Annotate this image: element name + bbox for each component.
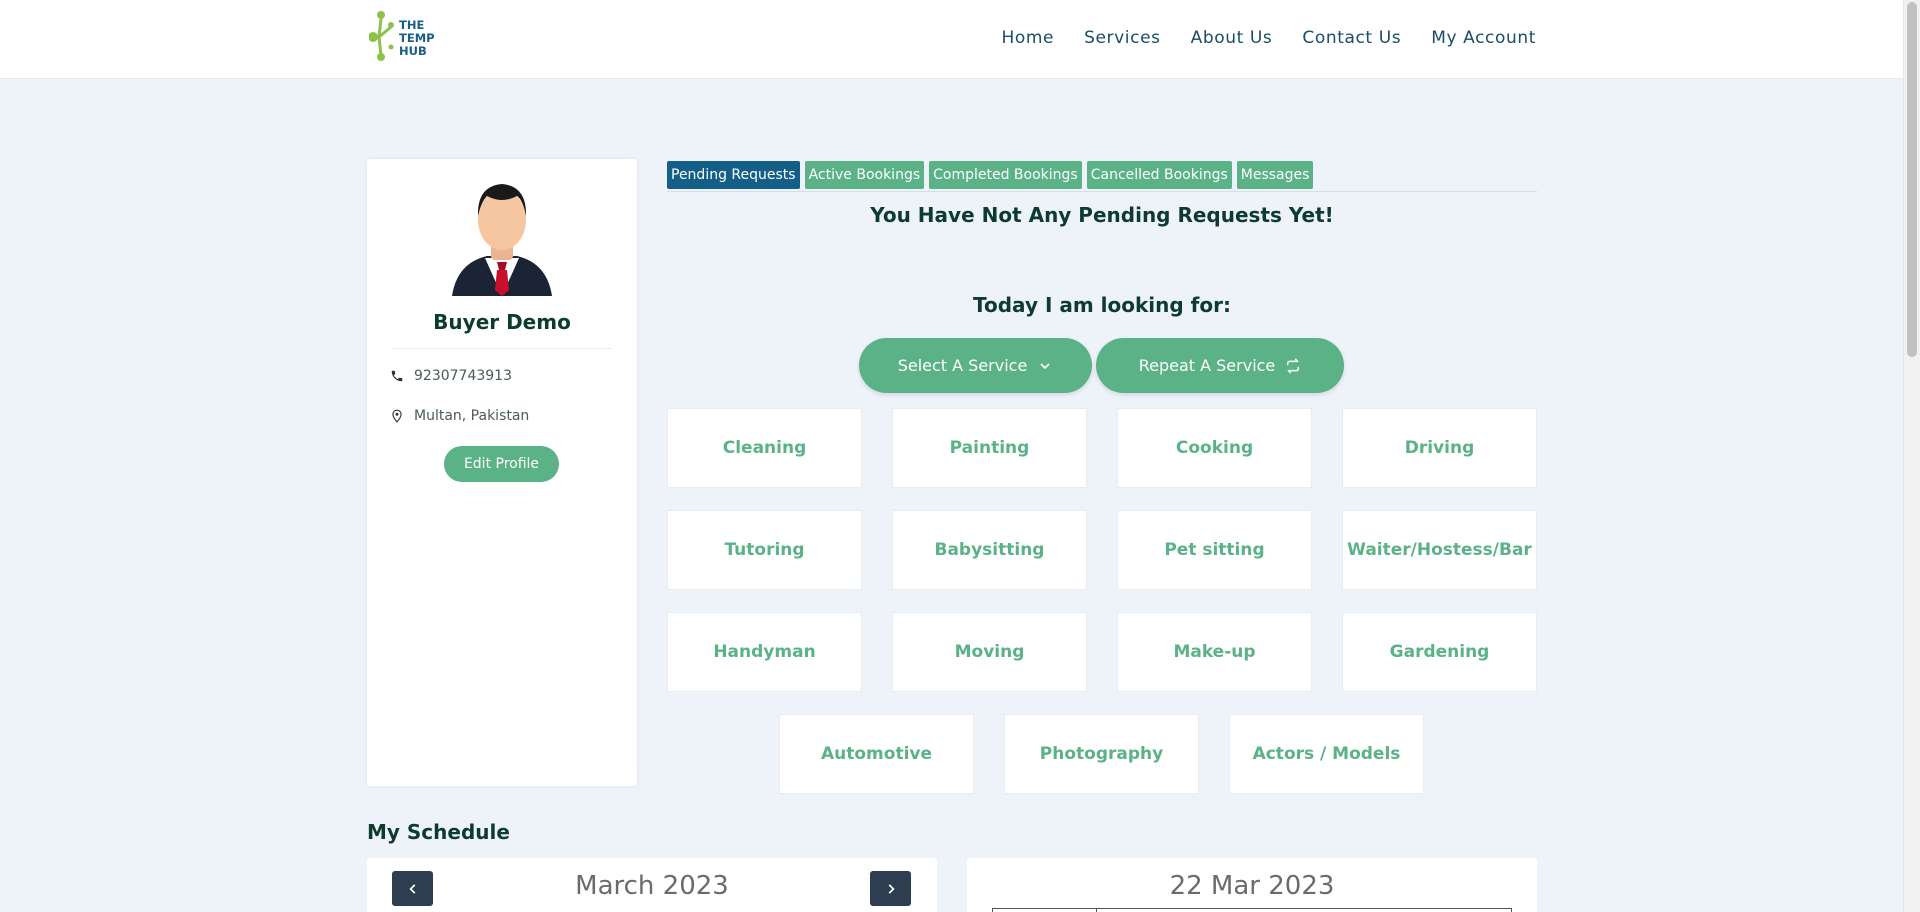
site-header: THE TEMP HUB Home Services About Us Cont… <box>0 0 1903 79</box>
repeat-service-label: Repeat A Service <box>1138 356 1276 375</box>
service-tile-tutoring[interactable]: Tutoring <box>667 510 862 590</box>
page-scrollbar[interactable] <box>1903 0 1920 912</box>
service-tile-handyman[interactable]: Handyman <box>667 612 862 692</box>
month-calendar: March 2023 <box>367 858 937 912</box>
service-tile-babysitting[interactable]: Babysitting <box>892 510 1087 590</box>
profile-phone: 92307743913 <box>390 368 512 384</box>
tabs-divider <box>667 191 1537 192</box>
site-logo[interactable]: THE TEMP HUB <box>368 7 441 65</box>
scrollbar-thumb[interactable] <box>1907 2 1917 357</box>
day-schedule-table <box>992 908 1512 912</box>
profile-name: Buyer Demo <box>433 310 571 334</box>
nav-services[interactable]: Services <box>1084 28 1161 48</box>
avatar <box>452 184 552 296</box>
location-pin-icon <box>392 409 402 423</box>
nav-about-us[interactable]: About Us <box>1191 28 1273 48</box>
service-tile-cooking[interactable]: Cooking <box>1117 408 1312 488</box>
tab-completed-bookings[interactable]: Completed Bookings <box>929 161 1082 189</box>
empty-requests-message: You Have Not Any Pending Requests Yet! <box>870 203 1334 227</box>
tab-messages[interactable]: Messages <box>1236 161 1314 189</box>
service-tile-automotive[interactable]: Automotive <box>779 714 974 794</box>
service-tile-moving[interactable]: Moving <box>892 612 1087 692</box>
edit-profile-button[interactable]: Edit Profile <box>444 446 559 482</box>
service-tile-photography[interactable]: Photography <box>1004 714 1199 794</box>
calendar-next-button[interactable] <box>870 871 911 906</box>
service-tile-actors-models[interactable]: Actors / Models <box>1229 714 1424 794</box>
profile-location: Multan, Pakistan <box>390 408 529 424</box>
profile-card: Buyer Demo 92307743913 Multan, Pakistan … <box>367 159 637 786</box>
phone-icon <box>391 370 403 382</box>
service-tile-pet-sitting[interactable]: Pet sitting <box>1117 510 1312 590</box>
tab-active-bookings[interactable]: Active Bookings <box>804 161 925 189</box>
tab-pending-requests[interactable]: Pending Requests <box>667 161 800 189</box>
chevron-down-icon <box>1040 362 1050 369</box>
calendar-month-title: March 2023 <box>575 871 729 901</box>
profile-divider <box>392 348 612 349</box>
looking-for-heading: Today I am looking for: <box>973 293 1231 317</box>
phone-number: 92307743913 <box>414 368 512 384</box>
tab-cancelled-bookings[interactable]: Cancelled Bookings <box>1086 161 1232 189</box>
select-service-label: Select A Service <box>897 356 1028 375</box>
service-tile-waiter-hostess-bar[interactable]: Waiter/Hostess/Bar <box>1342 510 1537 590</box>
schedule-title: My Schedule <box>367 820 510 844</box>
service-tile-painting[interactable]: Painting <box>892 408 1087 488</box>
main-nav: Home Services About Us Contact Us My Acc… <box>1001 28 1536 48</box>
repeat-icon <box>1287 358 1300 373</box>
day-schedule-title: 22 Mar 2023 <box>1169 871 1335 901</box>
day-schedule: 22 Mar 2023 <box>967 858 1537 912</box>
service-tile-make-up[interactable]: Make-up <box>1117 612 1312 692</box>
logo-text: THE TEMP HUB <box>399 19 435 58</box>
service-tile-gardening[interactable]: Gardening <box>1342 612 1537 692</box>
select-service-button[interactable]: Select A Service <box>859 338 1092 393</box>
booking-tabs: Pending Requests Active Bookings Complet… <box>667 161 1314 189</box>
location-text: Multan, Pakistan <box>414 408 530 424</box>
nav-contact-us[interactable]: Contact Us <box>1302 28 1401 48</box>
service-tile-cleaning[interactable]: Cleaning <box>667 408 862 488</box>
repeat-service-button[interactable]: Repeat A Service <box>1096 338 1344 393</box>
nav-my-account[interactable]: My Account <box>1431 28 1536 48</box>
nav-home[interactable]: Home <box>1001 28 1054 48</box>
chevron-right-icon <box>888 883 895 894</box>
logo-line-3: HUB <box>399 44 427 58</box>
service-tile-driving[interactable]: Driving <box>1342 408 1537 488</box>
